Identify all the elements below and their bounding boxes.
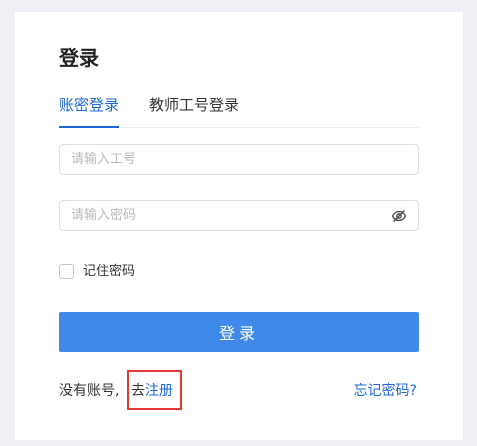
- eye-off-icon[interactable]: [391, 208, 407, 224]
- staff-id-input[interactable]: [60, 145, 391, 174]
- password-field[interactable]: [59, 200, 419, 231]
- footer-links: 没有账号, 去注册 忘记密码?: [59, 381, 419, 401]
- tab-account-login[interactable]: 账密登录: [59, 94, 120, 128]
- no-account-text: 没有账号,: [59, 383, 120, 399]
- login-tabs: 账密登录 教师工号登录: [59, 90, 419, 128]
- password-input[interactable]: [60, 201, 391, 230]
- staff-id-field[interactable]: [59, 144, 419, 175]
- highlight-box: [127, 370, 182, 410]
- login-button[interactable]: 登录: [59, 312, 419, 352]
- remember-checkbox[interactable]: [59, 264, 74, 279]
- remember-label: 记住密码: [83, 264, 136, 279]
- login-card: 登录 账密登录 教师工号登录 记住密码 登录 没有账号, 去注册 忘记密码?: [15, 12, 463, 440]
- page-title: 登录: [59, 46, 99, 70]
- tab-staff-id-login[interactable]: 教师工号登录: [149, 94, 239, 116]
- forgot-password-link[interactable]: 忘记密码?: [354, 381, 417, 401]
